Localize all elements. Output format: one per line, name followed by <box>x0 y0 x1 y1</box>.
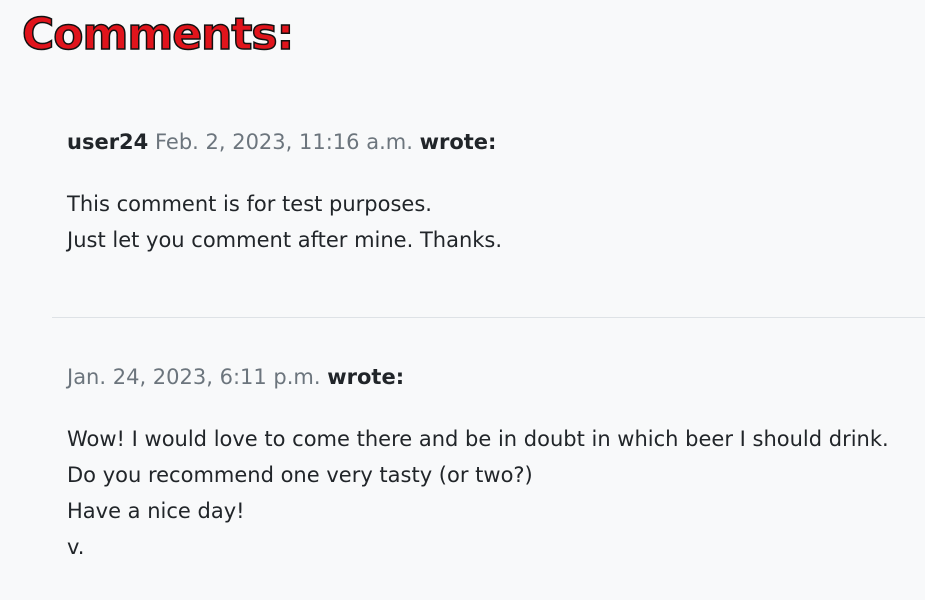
comment-author: user24 <box>67 130 149 154</box>
comment-wrote-label: wrote: <box>419 130 497 154</box>
comment-item: user24 Feb. 2, 2023, 11:16 a.m. wrote: T… <box>67 126 925 258</box>
comment-body: Wow! I would love to come there and be i… <box>67 421 925 565</box>
comment-body-line: Have a nice day! <box>67 499 245 523</box>
comment-meta: user24 Feb. 2, 2023, 11:16 a.m. wrote: <box>67 126 925 158</box>
comment-divider <box>52 317 925 318</box>
comment-body-line: Wow! I would love to come there and be i… <box>67 427 889 451</box>
comment-body-line: v. <box>67 535 85 559</box>
comments-heading: Comments: <box>21 8 295 61</box>
comment-body-line: This comment is for test purposes. <box>67 192 432 216</box>
comment-body: This comment is for test purposes. Just … <box>67 186 925 258</box>
comment-date: Jan. 24, 2023, 6:11 p.m. <box>67 365 321 389</box>
comment-meta: Jan. 24, 2023, 6:11 p.m. wrote: <box>67 361 925 393</box>
comment-date: Feb. 2, 2023, 11:16 a.m. <box>154 130 413 154</box>
comment-wrote-label: wrote: <box>327 365 405 389</box>
comment-item: Jan. 24, 2023, 6:11 p.m. wrote: Wow! I w… <box>67 361 925 565</box>
comment-body-line: Do you recommend one very tasty (or two?… <box>67 463 533 487</box>
comments-page: Comments: user24 Feb. 2, 2023, 11:16 a.m… <box>0 0 925 600</box>
comment-body-line: Just let you comment after mine. Thanks. <box>67 228 503 252</box>
